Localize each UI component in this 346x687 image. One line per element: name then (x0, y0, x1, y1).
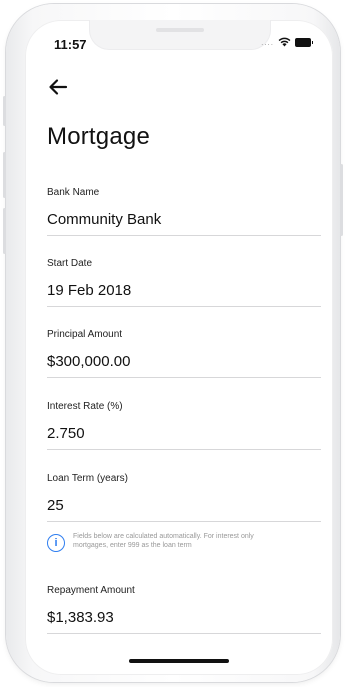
principal-amount-underline (47, 377, 321, 378)
loan-term-label: Loan Term (years) (47, 473, 128, 484)
principal-amount-label: Principal Amount (47, 329, 123, 340)
bank-name-input[interactable]: Community Bank (47, 209, 321, 231)
interest-rate-field[interactable]: Interest Rate (%) 2.750 (47, 400, 321, 450)
status-icons: .... (261, 37, 313, 47)
notch (89, 20, 271, 50)
side-button (3, 96, 6, 126)
stage: 11:57 .... Mortgage Bank Name Community … (0, 0, 346, 687)
volume-down-button (3, 208, 6, 254)
repayment-amount-label: Repayment Amount (47, 585, 135, 596)
power-button (340, 164, 343, 236)
volume-up-button (3, 152, 6, 198)
start-date-field[interactable]: Start Date 19 Feb 2018 (47, 257, 321, 307)
info-text-line-2: mortgages, enter 999 as the loan term (73, 542, 192, 549)
principal-amount-field[interactable]: Principal Amount $300,000.00 (47, 328, 321, 378)
loan-term-input[interactable]: 25 (47, 495, 321, 517)
start-date-input[interactable]: 19 Feb 2018 (47, 280, 321, 302)
info-icon: i (47, 534, 65, 552)
page-title: Mortgage (47, 123, 150, 150)
loan-term-field[interactable]: Loan Term (years) 25 (47, 472, 321, 522)
repayment-amount-underline (47, 633, 321, 634)
home-indicator[interactable] (129, 659, 229, 663)
start-date-label: Start Date (47, 258, 93, 269)
status-time: 11:57 (54, 37, 87, 52)
wifi-icon (278, 37, 291, 47)
phone-frame: 11:57 .... Mortgage Bank Name Community … (3, 4, 343, 682)
info-text-line-1: Fields below are calculated automaticall… (73, 533, 254, 540)
start-date-underline (47, 306, 321, 307)
battery-icon (295, 37, 313, 47)
app-screen: 11:57 .... Mortgage Bank Name Community … (25, 20, 333, 675)
interest-rate-input[interactable]: 2.750 (47, 423, 321, 445)
info-text: Fields below are calculated automaticall… (73, 532, 254, 550)
signal-dots: .... (261, 37, 274, 47)
bank-name-label: Bank Name (47, 187, 100, 198)
loan-term-underline (47, 521, 321, 522)
info-note: i Fields below are calculated automatica… (47, 532, 307, 552)
back-arrow-icon[interactable] (47, 76, 69, 98)
principal-amount-input[interactable]: $300,000.00 (47, 351, 321, 373)
interest-rate-label: Interest Rate (%) (47, 401, 123, 412)
bank-name-underline (47, 235, 321, 236)
interest-rate-underline (47, 449, 321, 450)
bank-name-field[interactable]: Bank Name Community Bank (47, 186, 321, 236)
repayment-amount-value: $1,383.93 (47, 609, 114, 626)
repayment-amount-field: Repayment Amount $1,383.93 (47, 584, 321, 634)
speaker (156, 28, 204, 32)
